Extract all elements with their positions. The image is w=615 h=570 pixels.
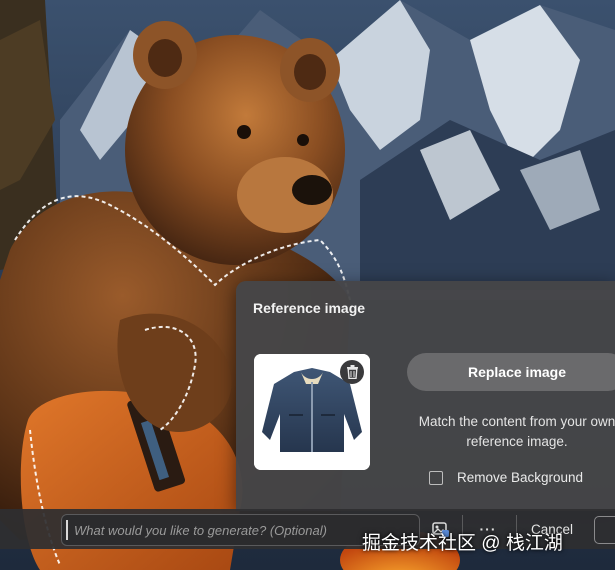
generate-button[interactable] [594,516,615,544]
reference-thumbnail[interactable] [254,354,370,470]
remove-background-option[interactable]: Remove Background [429,470,583,485]
panel-title: Reference image [253,300,366,316]
watermark: 掘金技术社区 @ 栈江湖 [362,533,563,554]
trash-icon[interactable] [340,360,364,384]
remove-background-checkbox[interactable] [429,470,443,485]
text-caret [66,520,68,540]
replace-image-button[interactable]: Replace image [407,353,615,391]
remove-background-label: Remove Background [457,470,584,485]
reference-image-panel: Reference image Replace image Match the … [236,281,615,511]
reference-description: Match the content from your own referenc… [418,414,615,449]
